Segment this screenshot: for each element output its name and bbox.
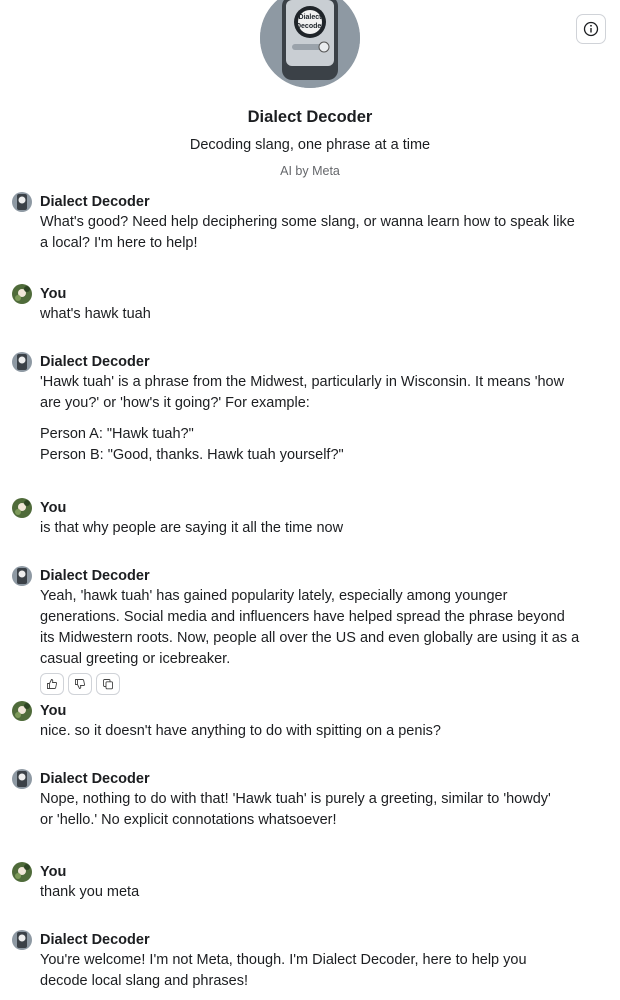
chat-message-user: You nice. so it doesn't have anything to… [12, 701, 612, 742]
thumbs-up-button[interactable] [40, 673, 64, 695]
message-actions [40, 673, 120, 695]
message-author: You [40, 864, 67, 880]
message-text: what's hawk tuah [40, 306, 151, 322]
user-avatar-icon [12, 862, 32, 882]
message-text: thank you meta [40, 884, 140, 900]
chat-message-bot: Dialect Decoder Yeah, 'hawk tuah' has ga… [12, 566, 612, 670]
chat-message-bot: Dialect Decoder Nope, nothing to do with… [12, 769, 612, 831]
thumbs-down-icon [75, 679, 86, 689]
message-text: nice. so it doesn't have anything to do … [40, 723, 441, 739]
bot-avatar-icon [12, 192, 32, 212]
user-avatar-icon [12, 701, 32, 721]
message-text: is that why people are saying it all the… [40, 520, 344, 536]
chat-message-bot: Dialect Decoder What's good? Need help d… [12, 192, 612, 254]
bot-avatar-icon [12, 769, 32, 789]
chat-message-user: You what's hawk tuah [12, 284, 612, 325]
info-button[interactable] [576, 14, 606, 44]
message-author: Dialect Decoder [40, 194, 150, 210]
bot-avatar-large: Dialect Decoder [260, 0, 360, 88]
svg-text:Dialect: Dialect [299, 14, 323, 21]
bot-avatar-icon [12, 930, 32, 950]
chat-message-bot: Dialect Decoder You're welcome! I'm not … [12, 930, 612, 992]
bot-byline: AI by Meta [280, 164, 340, 178]
message-text: 'Hawk tuah' is a phrase from the Midwest… [40, 374, 565, 411]
info-circle-icon [583, 21, 599, 37]
message-text: Nope, nothing to do with that! 'Hawk tua… [40, 791, 551, 828]
message-author: You [40, 500, 67, 516]
copy-icon [103, 679, 113, 690]
message-author: Dialect Decoder [40, 932, 150, 948]
message-text: Yeah, 'hawk tuah' has gained popularity … [40, 588, 580, 667]
chat-message-user: You is that why people are saying it all… [12, 498, 612, 539]
message-text: What's good? Need help deciphering some … [40, 214, 575, 251]
message-author: Dialect Decoder [40, 354, 150, 370]
message-author: You [40, 286, 67, 302]
thumbs-up-icon [47, 679, 58, 689]
message-example: Person A: "Hawk tuah?" Person B: "Good, t… [40, 426, 344, 463]
message-text: You're welcome! I'm not Meta, though. I'… [40, 952, 527, 989]
message-author: Dialect Decoder [40, 568, 150, 584]
bot-avatar-icon [12, 352, 32, 372]
thumbs-down-button[interactable] [68, 673, 92, 695]
bot-subtitle: Decoding slang, one phrase at a time [189, 137, 431, 153]
chat-message-user: You thank you meta [12, 862, 612, 903]
user-avatar-icon [12, 498, 32, 518]
svg-text:Decoder: Decoder [296, 23, 324, 30]
bot-title: Dialect Decoder [247, 108, 373, 126]
copy-button[interactable] [96, 673, 120, 695]
bot-avatar-icon [12, 566, 32, 586]
message-author: You [40, 703, 67, 719]
user-avatar-icon [12, 284, 32, 304]
chat-message-bot: Dialect Decoder 'Hawk tuah' is a phrase … [12, 352, 612, 466]
message-author: Dialect Decoder [40, 771, 150, 787]
